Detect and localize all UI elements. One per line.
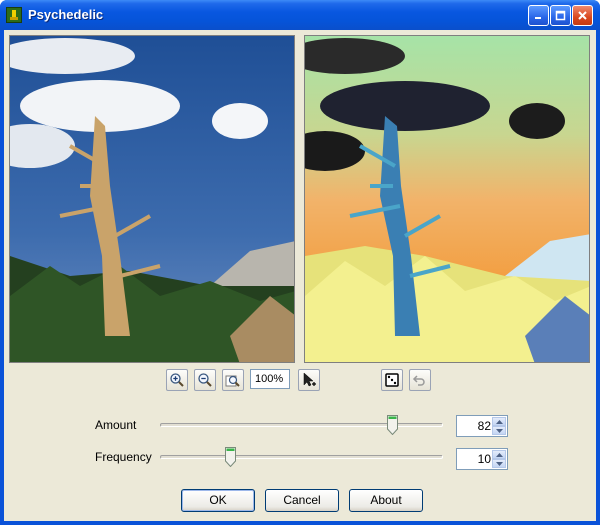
frequency-label: Frequency	[95, 450, 152, 464]
pointer-add-button[interactable]	[298, 369, 320, 391]
frequency-value[interactable]: 10	[457, 449, 491, 469]
zoom-in-icon	[170, 373, 184, 387]
zoom-out-button[interactable]	[194, 369, 216, 391]
zoom-fit-icon	[225, 375, 240, 387]
close-icon	[578, 11, 587, 20]
frequency-slider-thumb[interactable]	[225, 447, 237, 467]
close-button[interactable]	[572, 5, 593, 26]
ok-button[interactable]: OK	[181, 489, 255, 512]
frequency-spin-buttons	[492, 450, 506, 468]
amount-decrement-button[interactable]	[492, 426, 506, 435]
arrow-up-icon	[495, 452, 503, 457]
about-button[interactable]: About	[349, 489, 423, 512]
arrow-up-icon	[495, 419, 503, 424]
window-title: Psychedelic	[28, 7, 104, 22]
amount-increment-button[interactable]	[492, 417, 506, 426]
zoom-level-field[interactable]: 100%	[250, 369, 290, 389]
frequency-decrement-button[interactable]	[492, 459, 506, 468]
maximize-icon	[555, 10, 566, 21]
original-image	[10, 36, 294, 362]
zoom-in-button[interactable]	[166, 369, 188, 391]
zoom-fit-button[interactable]	[222, 369, 244, 391]
dice-icon	[385, 373, 399, 387]
effect-preview[interactable]	[304, 35, 590, 363]
dialog-window: Psychedelic 100% Amount 82 Frequency 10 …	[0, 0, 600, 525]
amount-slider-thumb[interactable]	[386, 415, 398, 435]
arrow-down-icon	[495, 461, 503, 466]
frequency-slider-track[interactable]	[160, 455, 443, 459]
frequency-increment-button[interactable]	[492, 450, 506, 459]
dialog-client-area: 100% Amount 82 Frequency 10 OK Cancel Ab…	[4, 30, 596, 521]
minimize-button[interactable]	[528, 5, 549, 26]
undo-icon	[412, 375, 425, 386]
title-bar[interactable]: Psychedelic	[0, 0, 600, 30]
reset-button[interactable]	[409, 369, 431, 391]
amount-label: Amount	[95, 418, 137, 432]
minimize-icon	[535, 17, 541, 19]
amount-value[interactable]: 82	[457, 416, 491, 436]
original-preview[interactable]	[9, 35, 295, 363]
arrow-down-icon	[495, 428, 503, 433]
maximize-button[interactable]	[550, 5, 571, 26]
amount-spinbox[interactable]: 82	[456, 415, 508, 437]
zoom-out-icon	[198, 373, 212, 387]
frequency-spinbox[interactable]: 10	[456, 448, 508, 470]
pointer-add-icon	[303, 372, 316, 387]
tree-icon	[6, 7, 22, 23]
random-seed-button[interactable]	[381, 369, 403, 391]
cancel-button[interactable]: Cancel	[265, 489, 339, 512]
amount-spin-buttons	[492, 417, 506, 435]
effect-image	[305, 36, 589, 362]
amount-slider-track[interactable]	[160, 423, 443, 427]
